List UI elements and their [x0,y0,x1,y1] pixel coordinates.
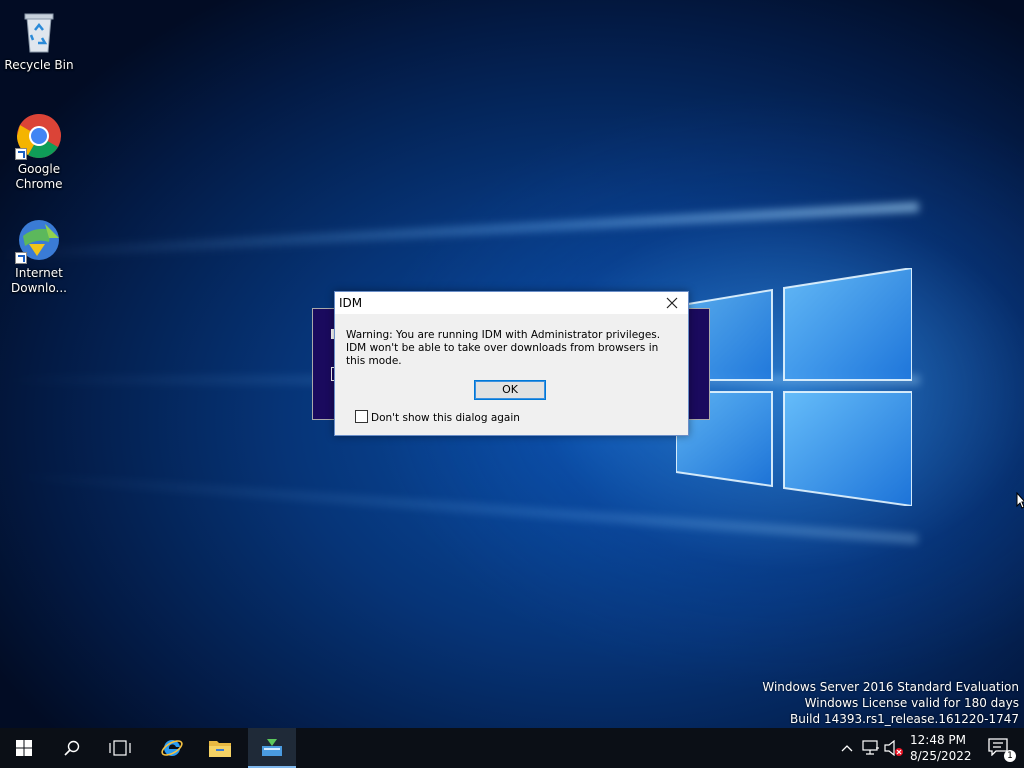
system-tray [836,728,906,768]
mouse-cursor [1016,491,1024,513]
dialog-message-line: IDM won't be able to take over downloads… [346,342,659,367]
close-button[interactable] [660,293,684,313]
clock-date: 8/25/2022 [910,749,972,763]
taskbar-clock[interactable]: 12:48 PM 8/25/2022 [910,732,972,764]
checkbox-label: Don't show this dialog again [371,412,520,424]
task-view-icon [109,740,131,756]
chevron-up-icon[interactable] [841,744,853,752]
start-button[interactable] [0,728,48,768]
windows-watermark: Windows Server 2016 Standard Evaluation … [762,679,1019,727]
desktop-icon-idm[interactable]: Internet Downlo... [1,216,77,296]
idm-taskbar-button[interactable] [248,728,296,768]
notification-count-badge: 1 [1004,750,1016,762]
network-icon[interactable] [862,740,880,756]
dialog-message-line: Warning: You are running IDM with Admini… [346,329,661,341]
watermark-line: Windows License valid for 180 days [804,696,1019,710]
shortcut-arrow-icon [15,252,27,264]
desktop-icon-label: Google Chrome [15,162,63,191]
dialog-message: Warning: You are running IDM with Admini… [346,329,666,368]
search-icon [64,740,80,756]
file-explorer-button[interactable] [196,728,244,768]
task-view-button[interactable] [96,728,144,768]
windows-logo-wallpaper [675,266,913,508]
idm-app-icon [262,739,282,756]
internet-explorer-button[interactable] [148,728,196,768]
dialog-titlebar[interactable]: IDM [335,292,688,314]
watermark-line: Windows Server 2016 Standard Evaluation [762,680,1019,694]
idm-warning-dialog: IDM Warning: You are running IDM with Ad… [334,291,689,436]
clock-time: 12:48 PM [910,733,966,747]
dialog-title: IDM [339,296,363,310]
watermark-line: Build 14393.rs1_release.161220-1747 [790,712,1019,726]
start-icon [16,740,32,756]
taskbar: 12:48 PM 8/25/2022 1 [0,728,1024,768]
dont-show-again-checkbox[interactable]: Don't show this dialog again [355,410,520,424]
internet-explorer-icon [161,739,183,756]
idm-icon [15,216,63,264]
ok-button[interactable]: OK [474,380,546,400]
volume-muted-icon[interactable] [884,740,904,756]
wallpaper-beam [0,201,920,260]
desktop-icon-recycle-bin[interactable]: Recycle Bin [1,8,77,73]
search-button[interactable] [48,728,96,768]
chrome-icon [15,112,63,160]
close-icon [666,297,678,309]
action-center-button[interactable]: 1 [988,738,1016,762]
checkbox-box[interactable] [355,410,368,423]
shortcut-arrow-icon [15,148,27,160]
recycle-bin-icon [15,8,63,56]
file-explorer-icon [209,741,231,757]
desktop-icon-label: Internet Downlo... [11,266,67,295]
desktop-icon-google-chrome[interactable]: Google Chrome [1,112,77,192]
desktop-icon-label: Recycle Bin [4,58,74,72]
